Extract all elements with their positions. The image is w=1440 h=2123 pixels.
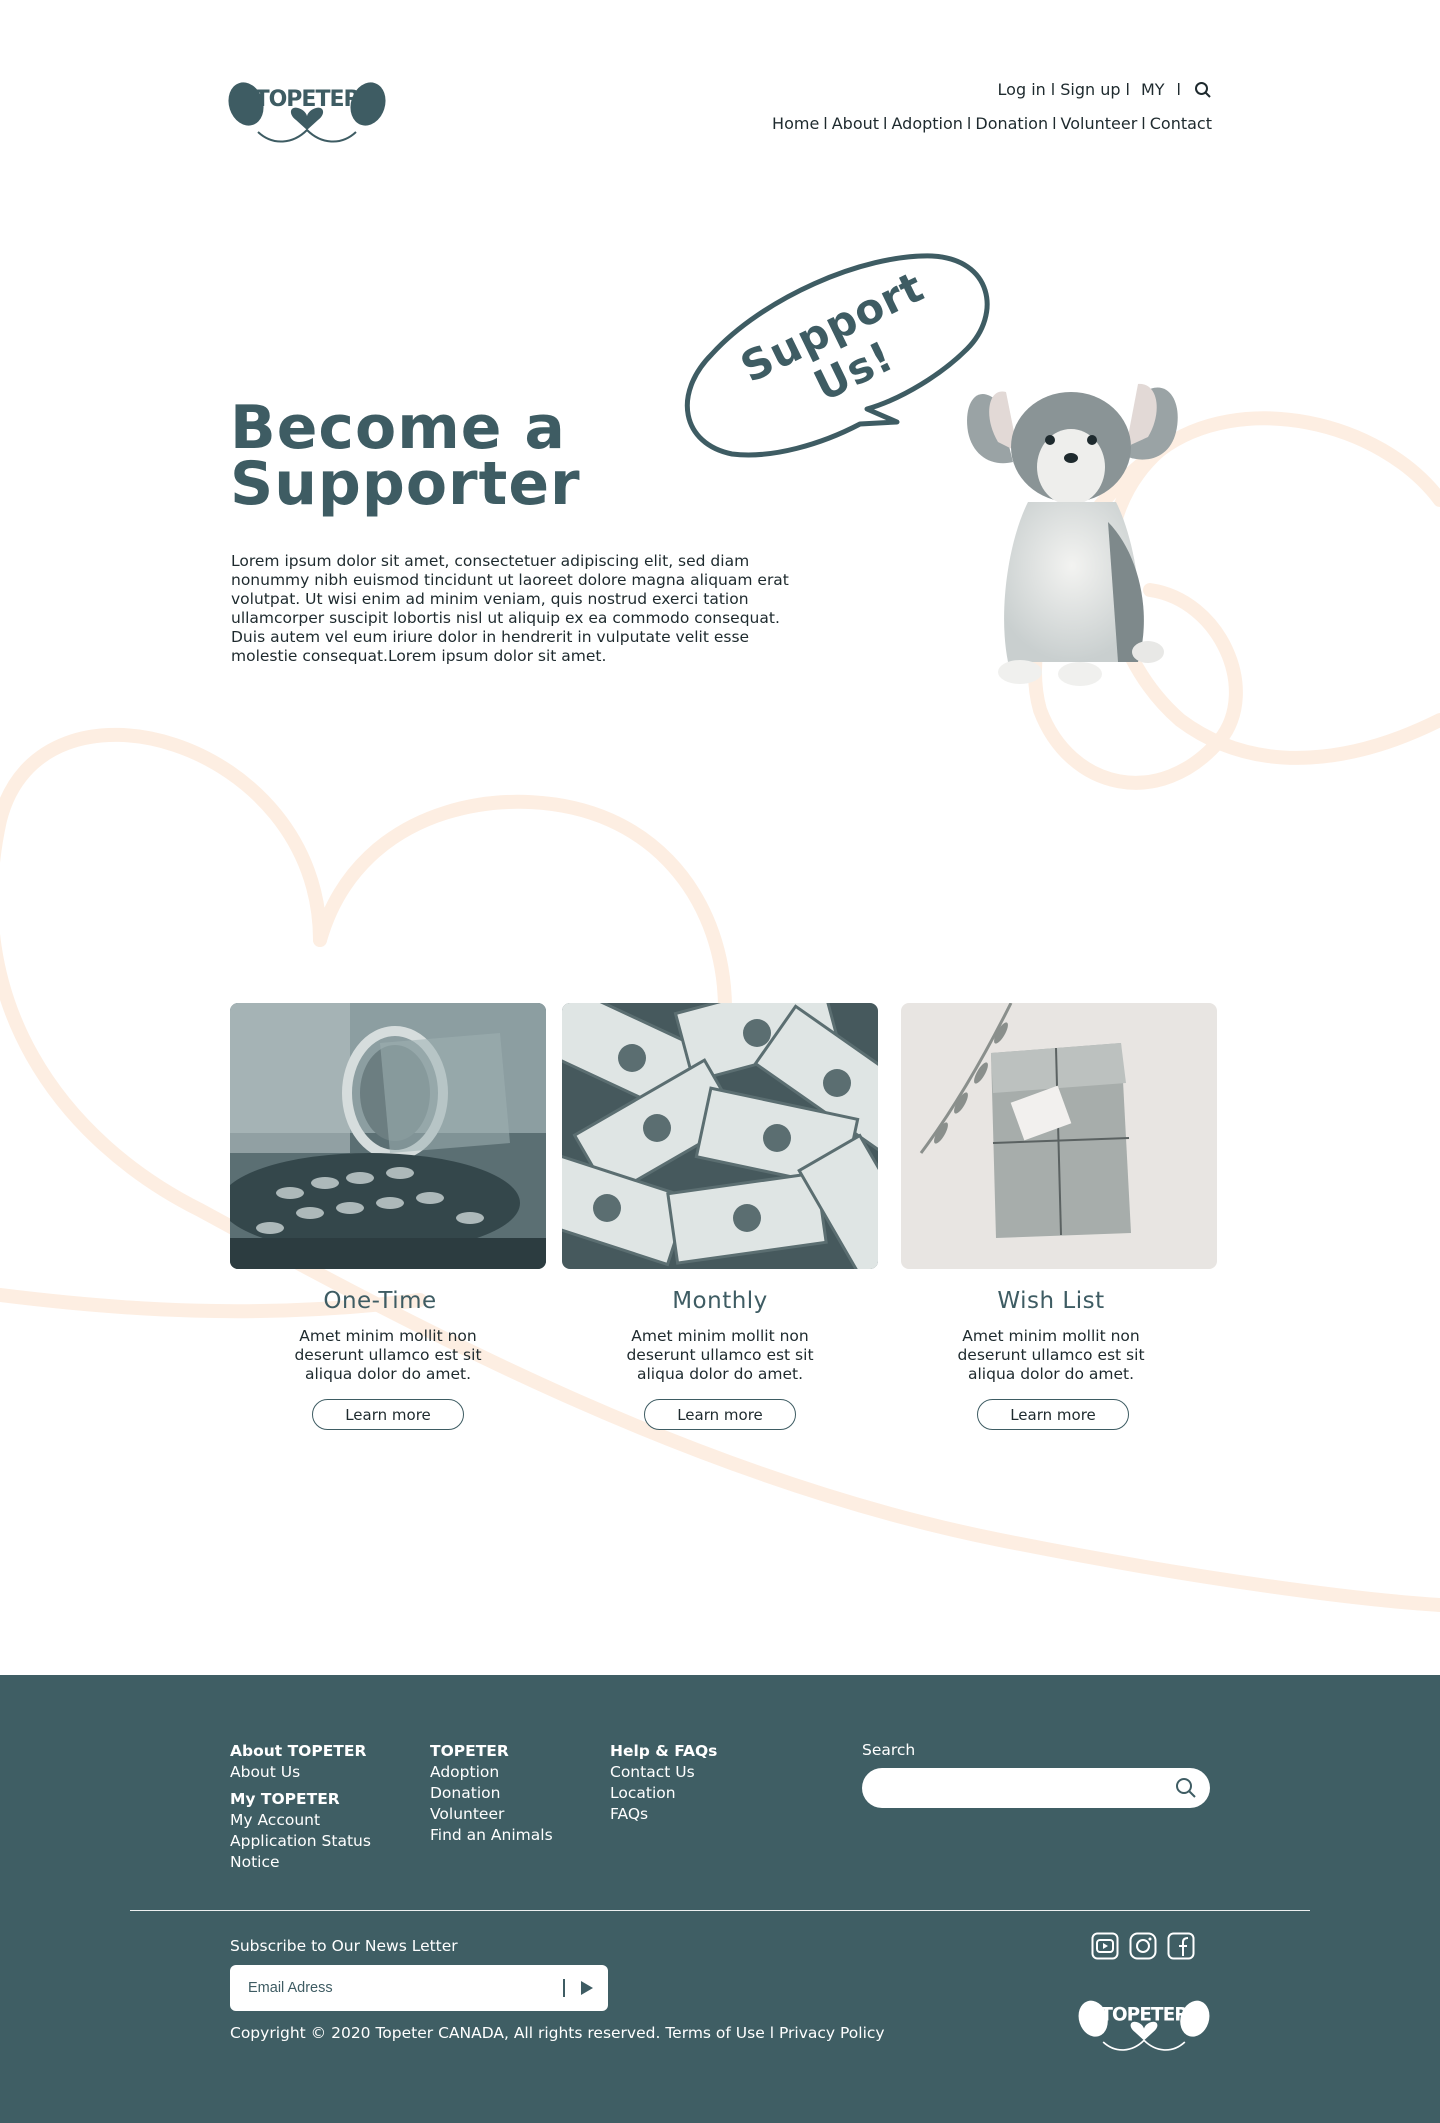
footer-heading-my-topeter: My TOPETER — [230, 1790, 340, 1808]
footer-link-location[interactable]: Location — [610, 1783, 717, 1804]
nav-separator: l — [966, 114, 972, 133]
youtube-icon[interactable] — [1091, 1932, 1119, 1960]
copyright-text: Copyright © 2020 Topeter CANADA, All rig… — [230, 2024, 661, 2042]
dollar-bills-image — [562, 1003, 878, 1269]
instagram-icon[interactable] — [1129, 1932, 1157, 1960]
footer-search-bar — [862, 1768, 1210, 1808]
nav-separator: l — [1125, 80, 1130, 99]
nav-contact[interactable]: Contact — [1150, 114, 1212, 133]
card-desc-wish-list: Amet minim mollit non deserunt ullamco e… — [957, 1327, 1145, 1383]
nav-about[interactable]: About — [832, 114, 879, 133]
donation-card-monthly — [562, 1003, 878, 1269]
footer-link-find-animals[interactable]: Find an Animals — [430, 1825, 553, 1846]
card-title-wish-list: Wish List — [997, 1288, 1105, 1314]
newsletter-label: Subscribe to Our News Letter — [230, 1937, 458, 1955]
site-footer: About TOPETER About Us My TOPETER My Acc… — [0, 1675, 1440, 2123]
learn-more-button-one-time[interactable]: Learn more — [312, 1399, 464, 1430]
donation-card-one-time — [230, 1003, 546, 1269]
topeter-logo[interactable]: TOPETER — [228, 78, 386, 150]
footer-col-help: Help & FAQs Contact Us Location FAQs — [610, 1741, 717, 1825]
card-title-monthly: Monthly — [672, 1288, 768, 1314]
terms-of-use-link[interactable]: Terms of Use — [665, 2024, 764, 2042]
footer-link-adoption[interactable]: Adoption — [430, 1762, 553, 1783]
footer-search-input[interactable] — [878, 1776, 1158, 1800]
learn-more-button-monthly[interactable]: Learn more — [644, 1399, 796, 1430]
card-title-one-time: One-Time — [323, 1288, 437, 1314]
nav-separator: l — [883, 114, 888, 133]
nav-separator: l — [1176, 80, 1181, 99]
nav-separator: l — [1052, 114, 1057, 133]
footer-topeter-logo[interactable]: TOPETER — [1078, 1997, 1210, 2057]
top-utility-nav: Log in l Sign up l MY l — [998, 80, 1212, 99]
newsletter-form — [230, 1965, 608, 2011]
svg-text:TOPETER: TOPETER — [255, 87, 361, 112]
footer-heading-about: About TOPETER — [230, 1742, 367, 1760]
footer-heading-help: Help & FAQs — [610, 1742, 718, 1760]
input-divider — [563, 1979, 565, 1997]
main-nav: Home l About l Adoption l Donation l Vol… — [772, 114, 1212, 133]
learn-more-button-wish-list[interactable]: Learn more — [977, 1399, 1129, 1430]
corgi-puppy-image — [967, 383, 1178, 686]
nav-separator: l — [823, 114, 828, 133]
copyright-line: Copyright © 2020 Topeter CANADA, All rig… — [230, 2024, 885, 2042]
footer-link-contact-us[interactable]: Contact Us — [610, 1762, 717, 1783]
footer-col-about: About TOPETER About Us My TOPETER My Acc… — [230, 1741, 371, 1873]
footer-link-faqs[interactable]: FAQs — [610, 1804, 717, 1825]
footer-heading-topeter: TOPETER — [430, 1742, 509, 1760]
facebook-icon[interactable] — [1167, 1932, 1195, 1960]
search-icon[interactable] — [1174, 1776, 1198, 1800]
gift-package-image — [901, 1003, 1217, 1269]
newsletter-email-input[interactable] — [248, 1977, 548, 1999]
nav-separator: l — [1050, 80, 1056, 99]
nav-separator: l — [1141, 114, 1146, 133]
svg-text:TOPETER: TOPETER — [1100, 2004, 1188, 2025]
signup-link[interactable]: Sign up — [1060, 80, 1120, 99]
footer-link-application-status[interactable]: Application Status — [230, 1831, 371, 1852]
footer-link-volunteer[interactable]: Volunteer — [430, 1804, 553, 1825]
hero-description: Lorem ipsum dolor sit amet, consectetuer… — [231, 552, 789, 665]
login-link[interactable]: Log in — [998, 80, 1046, 99]
card-desc-monthly: Amet minim mollit non deserunt ullamco e… — [626, 1327, 814, 1383]
send-arrow-icon[interactable] — [576, 1978, 596, 1998]
search-icon[interactable] — [1194, 81, 1212, 99]
my-page-link[interactable]: MY — [1141, 80, 1165, 99]
footer-link-donation[interactable]: Donation — [430, 1783, 553, 1804]
card-desc-one-time: Amet minim mollit non deserunt ullamco e… — [294, 1327, 482, 1383]
social-links — [1091, 1932, 1195, 1960]
nav-adoption[interactable]: Adoption — [892, 114, 963, 133]
nav-donation[interactable]: Donation — [975, 114, 1048, 133]
footer-divider — [130, 1910, 1310, 1911]
coin-jar-image — [230, 1003, 546, 1269]
footer-search-label: Search — [862, 1741, 916, 1759]
footer-link-notice[interactable]: Notice — [230, 1852, 371, 1873]
privacy-policy-link[interactable]: Privacy Policy — [779, 2024, 885, 2042]
donation-card-wish-list — [901, 1003, 1217, 1269]
nav-volunteer[interactable]: Volunteer — [1061, 114, 1138, 133]
footer-separator: l — [769, 2024, 774, 2042]
footer-link-about-us[interactable]: About Us — [230, 1762, 371, 1783]
nav-home[interactable]: Home — [772, 114, 819, 133]
footer-col-topeter: TOPETER Adoption Donation Volunteer Find… — [430, 1741, 553, 1846]
footer-link-my-account[interactable]: My Account — [230, 1810, 371, 1831]
